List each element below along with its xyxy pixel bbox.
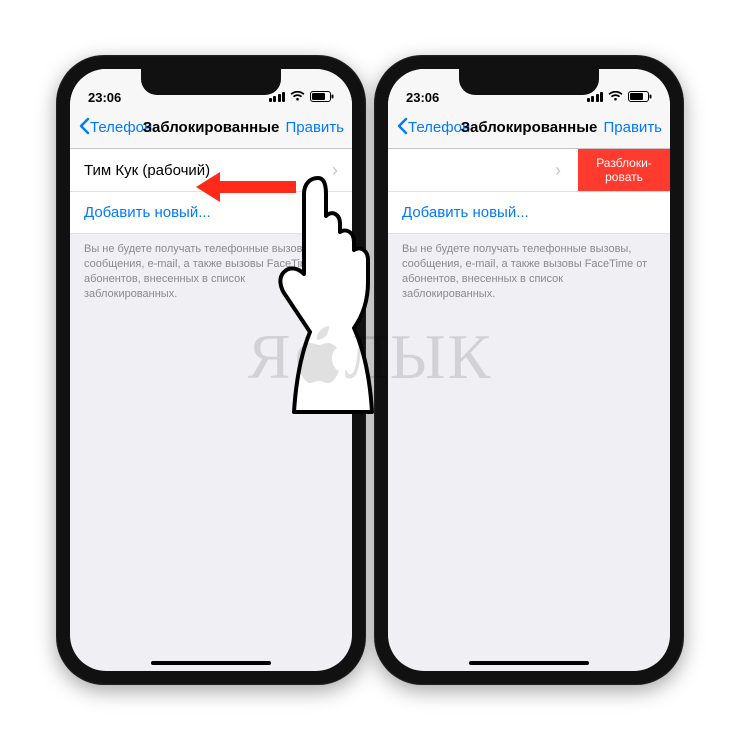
status-right <box>587 90 653 105</box>
home-indicator[interactable] <box>151 661 271 665</box>
unblock-label-line1: Разблоки- <box>596 156 652 170</box>
status-right <box>269 90 335 105</box>
home-indicator[interactable] <box>469 661 589 665</box>
contact-name: Тим Кук (рабочий) <box>84 162 210 179</box>
status-time: 23:06 <box>406 90 439 105</box>
notch <box>141 69 281 95</box>
nav-edit-button[interactable]: Править <box>604 119 663 136</box>
blocked-contact-row[interactable]: (рабочий) › Разблоки- ровать <box>388 149 670 192</box>
nav-back-button[interactable]: Телефон <box>396 117 470 139</box>
notch <box>459 69 599 95</box>
chevron-left-icon <box>78 117 90 139</box>
wifi-icon <box>290 90 305 105</box>
nav-edit-button[interactable]: Править <box>286 119 345 136</box>
battery-icon <box>310 90 334 105</box>
screen: 23:06 Те <box>388 69 670 671</box>
status-time: 23:06 <box>88 90 121 105</box>
nav-back-label: Телефон <box>90 119 152 136</box>
add-new-button[interactable]: Добавить новый... <box>388 192 670 234</box>
battery-icon <box>628 90 652 105</box>
wifi-icon <box>608 90 623 105</box>
unblock-button[interactable]: Разблоки- ровать <box>578 149 670 191</box>
list-footnote: Вы не будете получать телефонные вызовы,… <box>388 234 670 309</box>
chevron-right-icon: › <box>555 161 561 179</box>
phone-right: 23:06 Те <box>374 55 684 685</box>
nav-bar: Телефон Заблокированные Править <box>70 107 352 149</box>
nav-back-button[interactable]: Телефон <box>78 117 152 139</box>
chevron-left-icon <box>396 117 408 139</box>
nav-back-label: Телефон <box>408 119 470 136</box>
blocked-list: (рабочий) › Разблоки- ровать Добавить но… <box>388 149 670 234</box>
unblock-label-line2: ровать <box>605 170 643 184</box>
hand-pointer-icon <box>268 164 388 419</box>
nav-bar: Телефон Заблокированные Править <box>388 107 670 149</box>
